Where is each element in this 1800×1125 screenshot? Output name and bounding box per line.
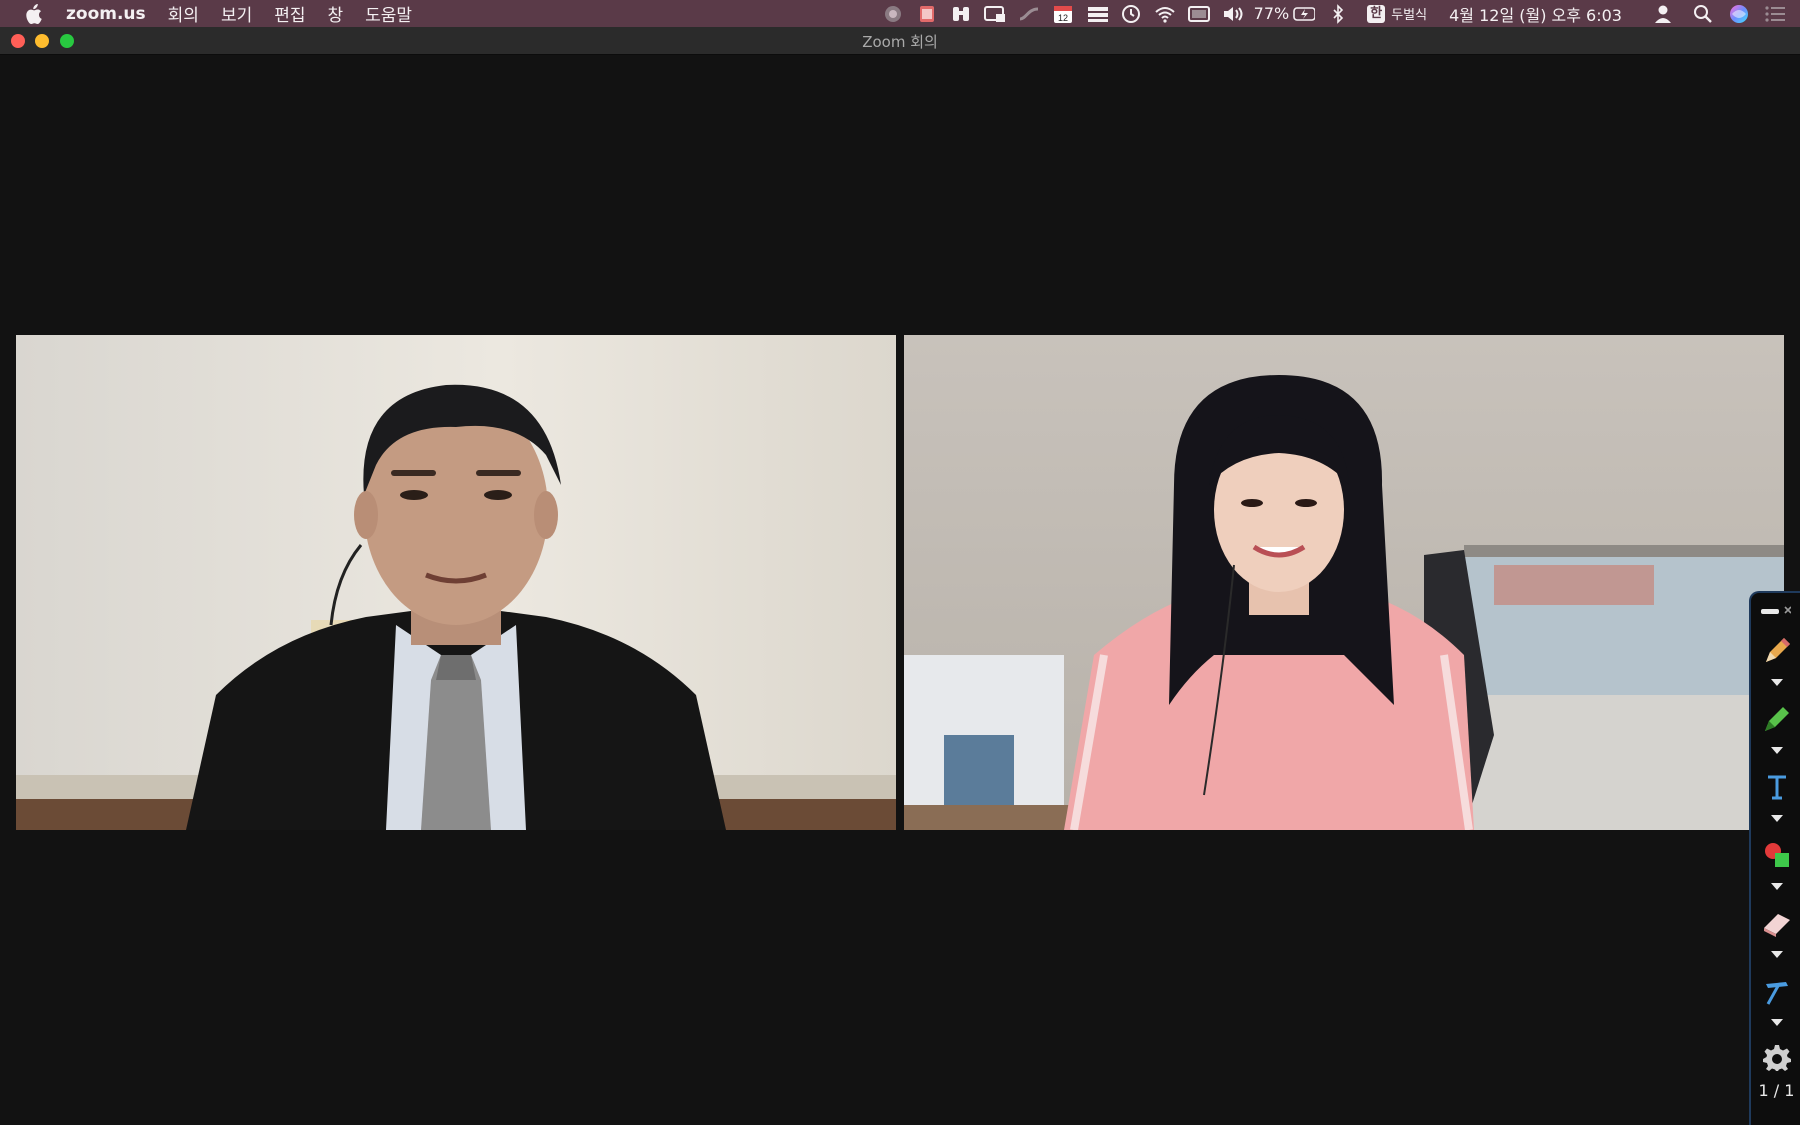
wifi-icon[interactable]: [1154, 4, 1176, 24]
display-icon[interactable]: [1187, 4, 1210, 24]
spotlight-icon[interactable]: [1692, 4, 1714, 24]
user-icon[interactable]: [1652, 4, 1674, 24]
volume-icon[interactable]: [1222, 4, 1244, 24]
menu-bar-status: 12 77% 한 두벌식 4월 12일 (월) 오후 6:03: [870, 0, 1800, 27]
participant-video-tile[interactable]: [16, 335, 896, 830]
participant-video-tile[interactable]: [904, 335, 1784, 830]
layers-icon[interactable]: [1086, 4, 1108, 24]
notification-center-icon[interactable]: [1764, 4, 1786, 24]
window-title: Zoom 회의: [862, 33, 938, 51]
menu-view[interactable]: 보기: [221, 1, 252, 26]
participant-video-feed: [16, 335, 896, 830]
eraser-icon[interactable]: [1759, 905, 1795, 941]
menu-bar: zoom.us 회의 보기 편집 창 도움말 12 77% 한 두벌식 4월 1…: [0, 0, 1800, 27]
menu-edit[interactable]: 편집: [274, 1, 305, 26]
pointer-options-caret[interactable]: [1771, 1019, 1783, 1026]
bluetooth-icon[interactable]: [1327, 3, 1349, 24]
participant-video-feed: [904, 335, 1784, 830]
screen-record-icon[interactable]: [882, 4, 904, 24]
page-indicator: 1 / 1: [1758, 1081, 1795, 1100]
shapes-options-caret[interactable]: [1771, 883, 1783, 890]
apple-icon[interactable]: [24, 3, 44, 24]
svg-text:12: 12: [1058, 13, 1068, 23]
input-method-badge[interactable]: 한: [1365, 4, 1387, 24]
menubar-clock[interactable]: 4월 12일 (월) 오후 6:03: [1449, 2, 1622, 26]
menu-window[interactable]: 창: [328, 1, 344, 26]
toolbar-collapse-handle[interactable]: [1761, 603, 1792, 615]
annotation-toolbar: 1 / 1: [1749, 591, 1800, 1125]
binoculars-icon[interactable]: [950, 4, 972, 24]
swoosh-icon[interactable]: [1018, 4, 1040, 24]
window-title-bar[interactable]: Zoom 회의: [0, 27, 1800, 55]
pencil-options-caret[interactable]: [1771, 679, 1783, 686]
eraser-options-caret[interactable]: [1771, 951, 1783, 958]
pointer-icon[interactable]: [1759, 973, 1795, 1009]
siri-icon[interactable]: [1728, 4, 1750, 24]
menu-meeting[interactable]: 회의: [168, 1, 199, 26]
pencil-icon[interactable]: [1759, 633, 1795, 669]
app-menu-zoom[interactable]: zoom.us: [66, 4, 146, 24]
highlighter-options-caret[interactable]: [1771, 747, 1783, 754]
stack-icon[interactable]: [916, 4, 938, 24]
gear-icon[interactable]: [1759, 1039, 1795, 1075]
input-method-label[interactable]: 두벌식: [1391, 4, 1427, 23]
text-options-caret[interactable]: [1771, 815, 1783, 822]
meeting-video-area: [0, 55, 1800, 1125]
shapes-icon[interactable]: [1759, 837, 1795, 873]
window-icon[interactable]: [983, 4, 1006, 24]
highlighter-icon[interactable]: [1759, 701, 1795, 737]
menu-help[interactable]: 도움말: [365, 1, 412, 26]
text-tool-icon[interactable]: [1759, 769, 1795, 805]
menu-bar-left: zoom.us 회의 보기 편집 창 도움말: [0, 0, 434, 27]
battery-icon[interactable]: [1293, 4, 1316, 24]
battery-percent: 77%: [1253, 4, 1290, 23]
time-machine-icon[interactable]: [1120, 4, 1142, 24]
calendar-icon[interactable]: 12: [1052, 4, 1074, 24]
